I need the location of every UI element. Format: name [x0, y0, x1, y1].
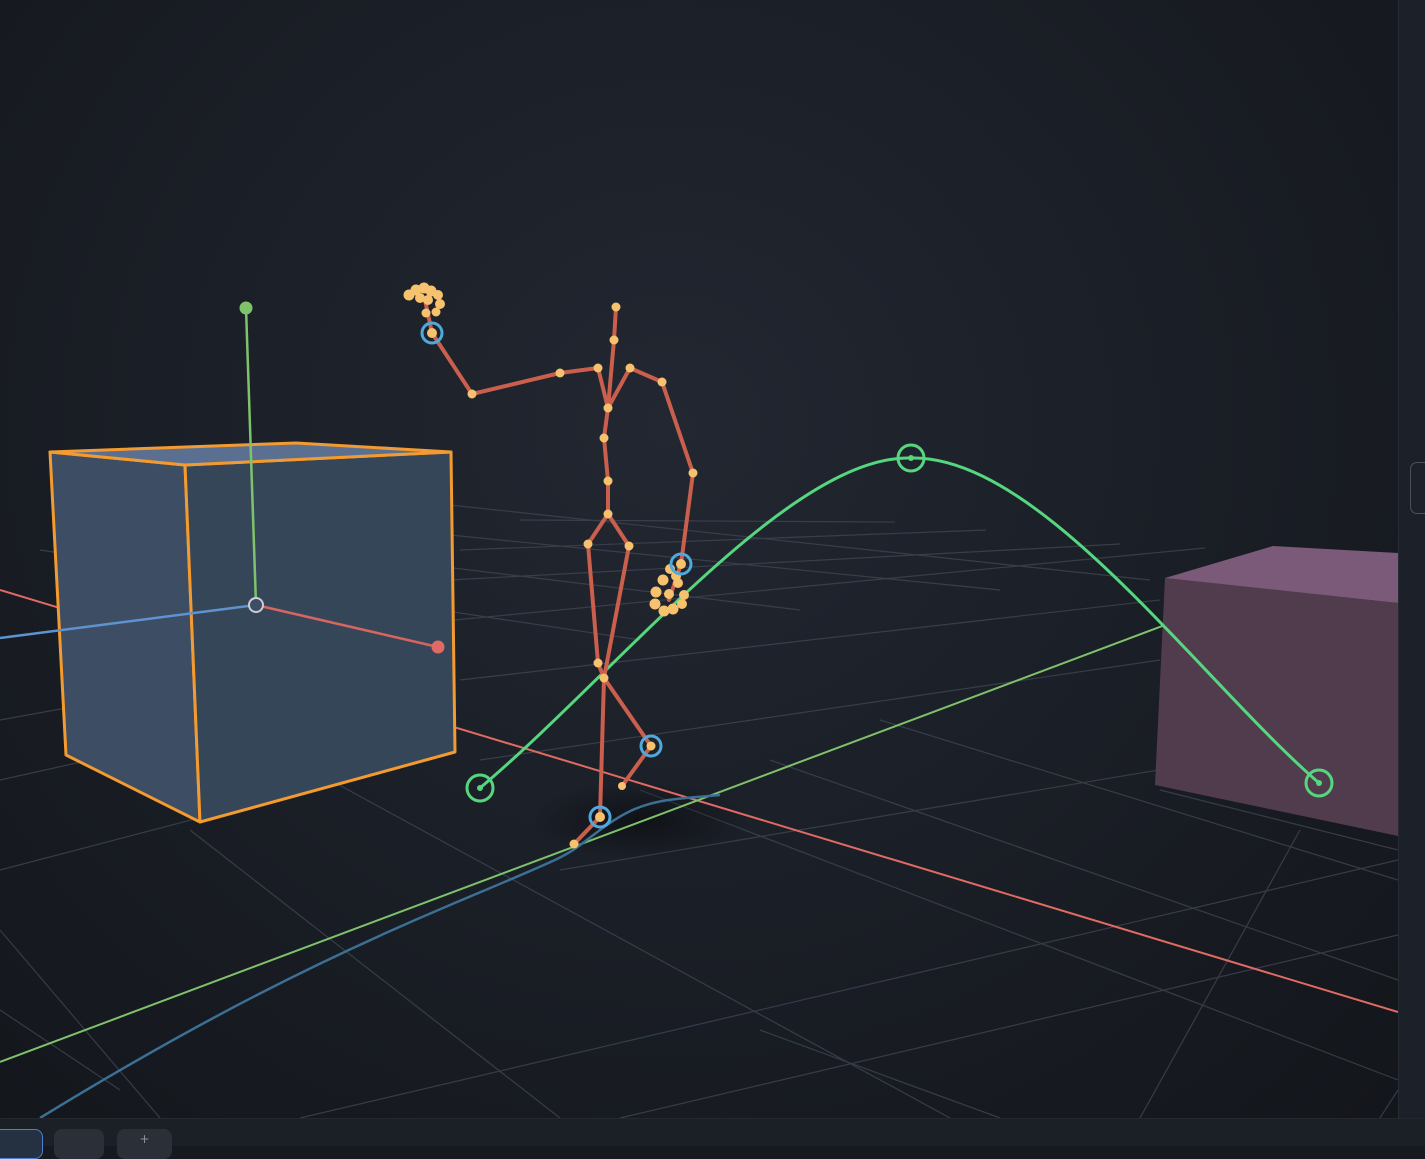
motion-path-keyframe-end-dot	[1316, 780, 1322, 786]
purple-cube[interactable]	[1155, 546, 1398, 836]
bottom-toolbar: +	[0, 1118, 1425, 1159]
gizmo-y-handle[interactable]	[239, 301, 253, 315]
add-object-button[interactable]: +	[117, 1129, 172, 1159]
ik-target-knee-dot	[646, 741, 656, 751]
move-mode-button[interactable]	[54, 1129, 104, 1159]
ik-target-left-hand-dot	[427, 328, 437, 338]
ik-target-right-hand-dot	[676, 559, 686, 569]
side-panel-strip	[1398, 0, 1425, 1118]
gizmo-center-handle[interactable]	[248, 597, 264, 613]
3d-viewport[interactable]	[0, 0, 1398, 1118]
left-hand-fingers[interactable]	[403, 282, 446, 318]
select-mode-button[interactable]	[0, 1129, 43, 1159]
ik-target-foot-dot	[595, 812, 605, 822]
motion-path-keyframe-start-dot	[477, 785, 483, 791]
right-hand-fingers[interactable]	[649, 564, 690, 617]
gizmo-x-handle[interactable]	[431, 640, 445, 654]
add-icon: +	[139, 1132, 150, 1146]
motion-path-keyframe-peak-dot	[908, 455, 914, 461]
panel-handle-icon[interactable]	[1410, 462, 1425, 514]
armature[interactable]	[423, 298, 695, 846]
ik-targets[interactable]	[420, 321, 693, 829]
viewport-canvas[interactable]	[0, 0, 1398, 1118]
